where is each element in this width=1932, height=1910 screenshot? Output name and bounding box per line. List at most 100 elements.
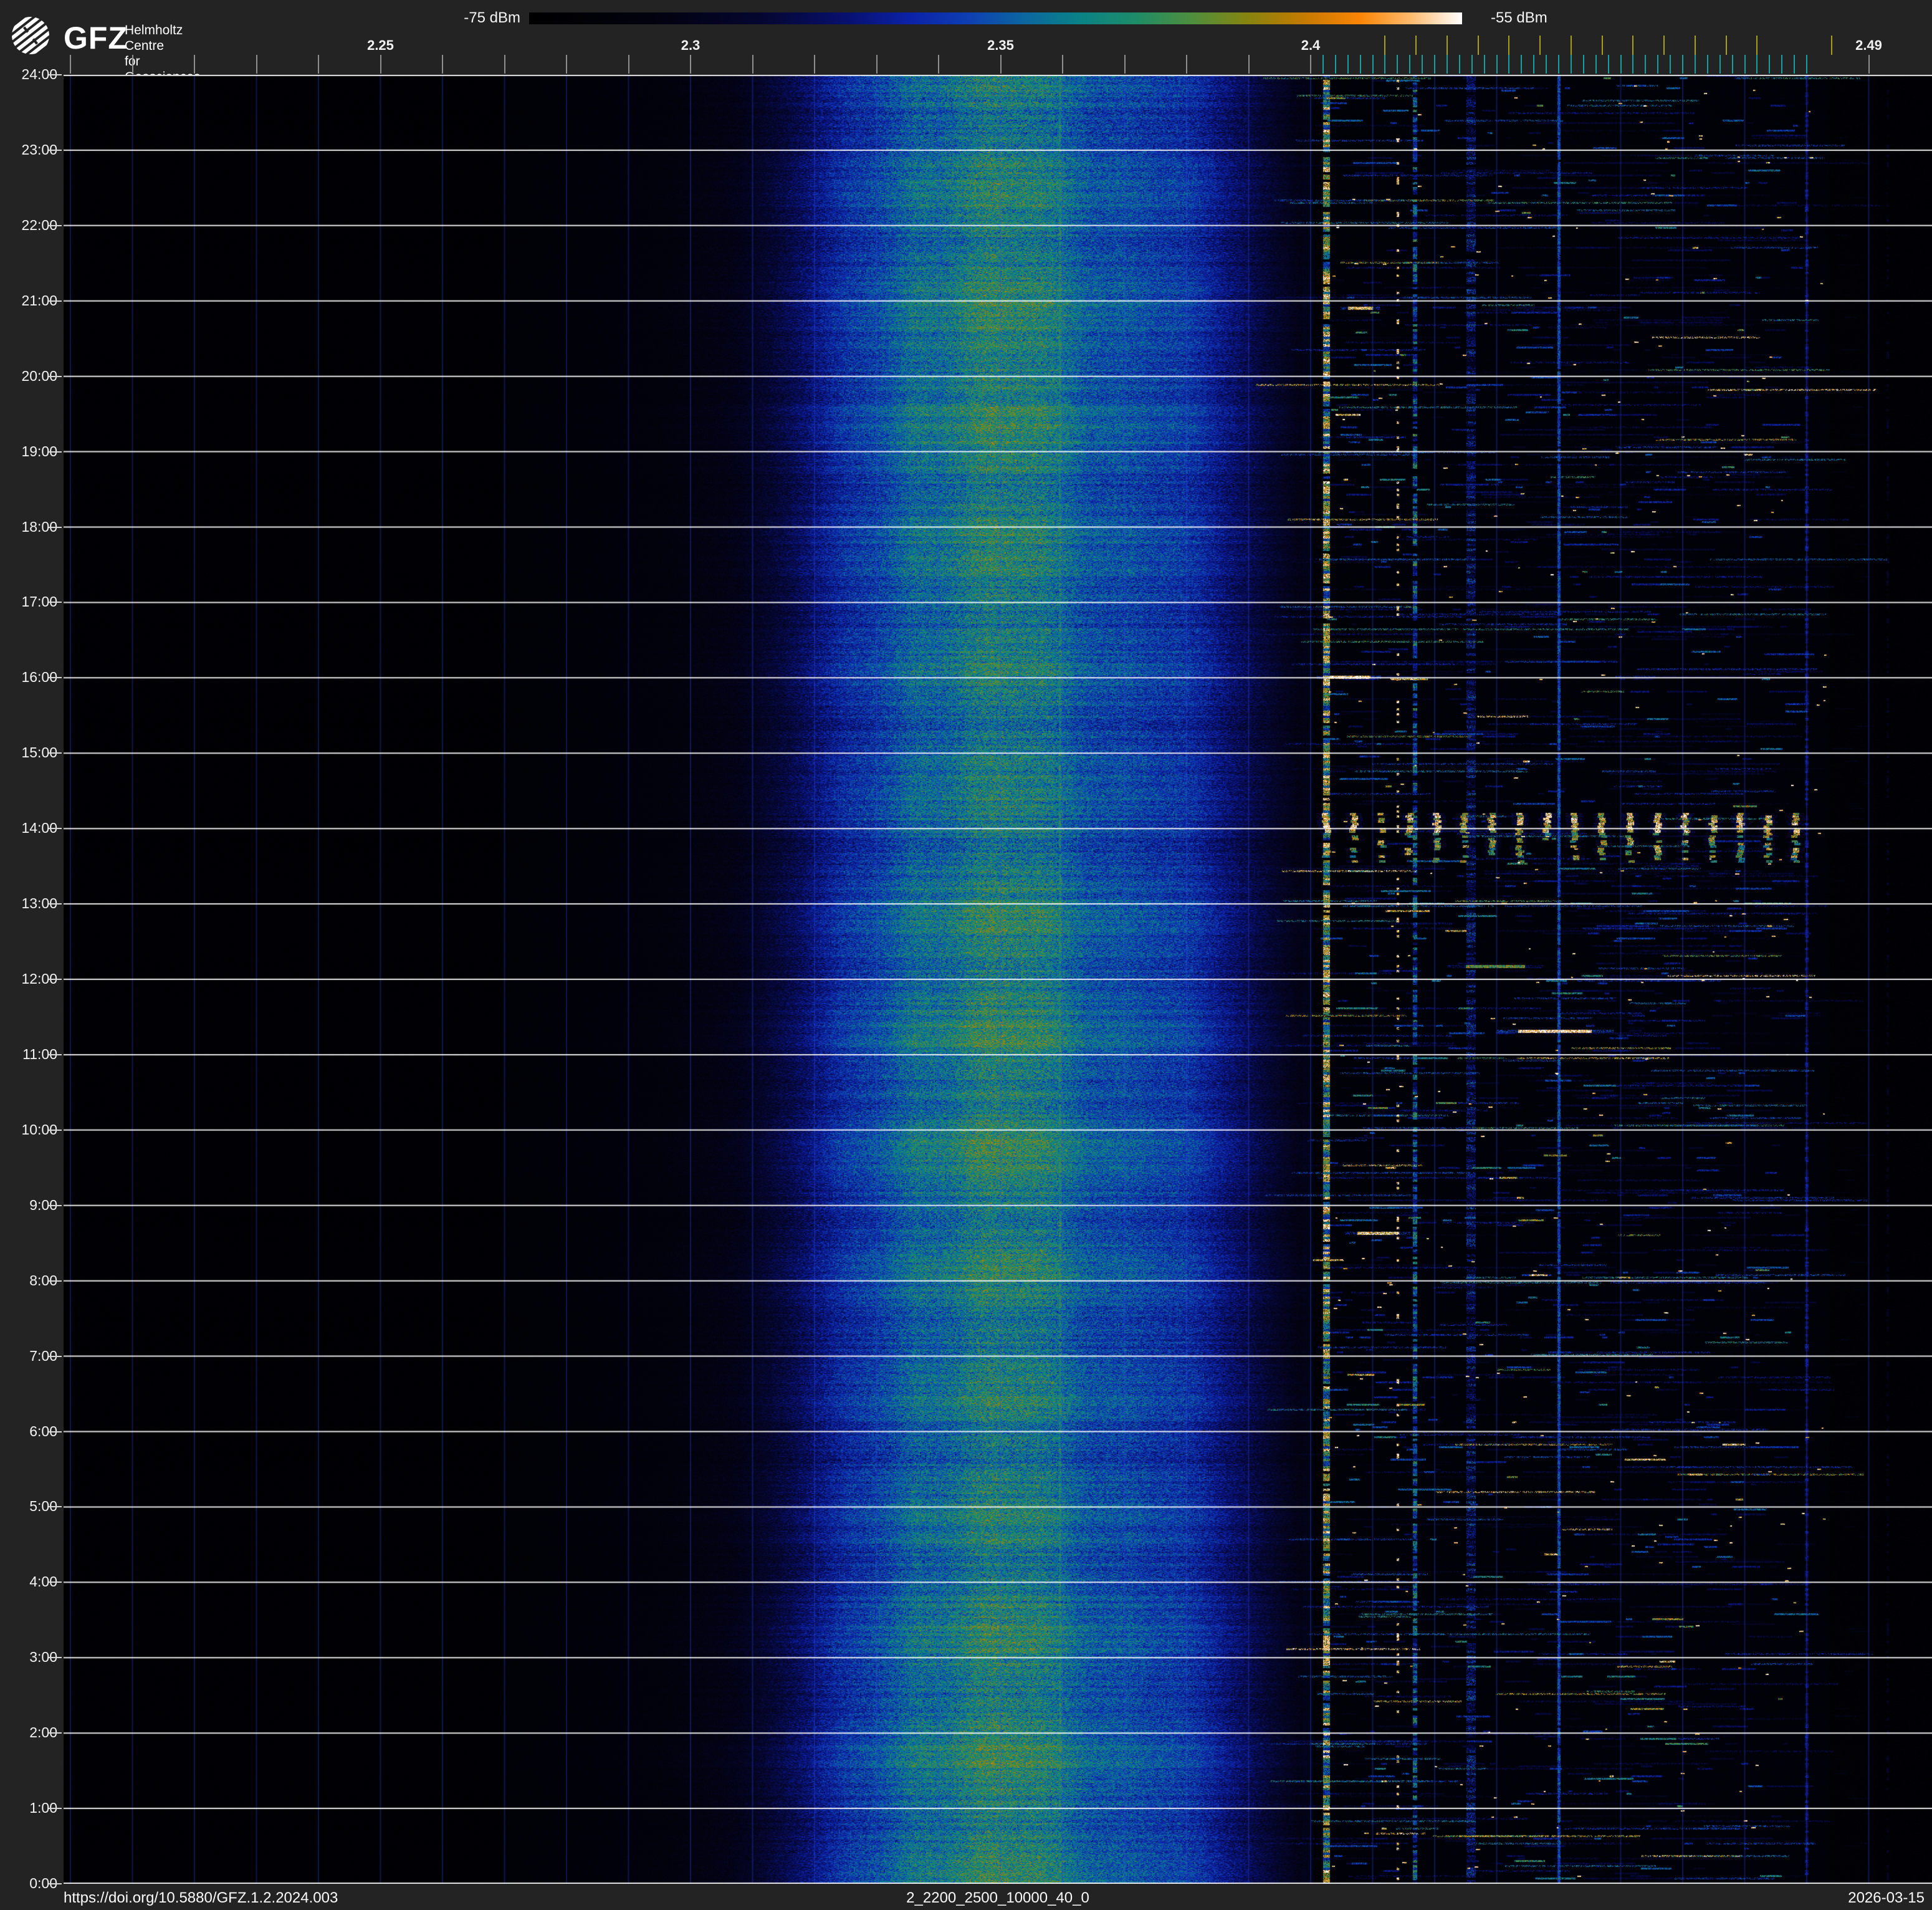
footer-doi-link: https://doi.org/10.5880/GFZ.1.2.2024.003 [64, 1889, 338, 1907]
ble-channel-tick [1372, 55, 1374, 74]
wifi-channel-tick [1384, 36, 1385, 55]
hour-tick [49, 979, 62, 980]
spectrogram-canvas [64, 75, 1932, 1884]
ble-channel-tick [1608, 55, 1609, 74]
freq-tick [256, 55, 257, 74]
ble-channel-tick [1781, 55, 1782, 74]
ble-channel-tick [1447, 55, 1448, 74]
hour-tick [49, 1356, 62, 1357]
wifi-channel-tick [1478, 36, 1479, 55]
freq-tick [504, 55, 505, 74]
freq-tick-label: 2.49 [1855, 37, 1882, 54]
freq-tick [1248, 55, 1250, 74]
ble-channel-tick [1571, 55, 1572, 74]
ble-channel-tick [1546, 55, 1547, 74]
freq-tick [1186, 55, 1187, 74]
freq-tick [752, 55, 753, 74]
hour-tick [49, 1054, 62, 1055]
freq-tick [442, 55, 443, 74]
ble-channel-tick [1384, 55, 1385, 74]
ble-channel-tick [1744, 55, 1746, 74]
ble-channel-tick [1695, 55, 1696, 74]
hour-tick [49, 903, 62, 905]
spectrogram-page: GFZ Helmholtz Centre for Geosciences -75… [0, 0, 1932, 1910]
ble-channel-tick [1595, 55, 1597, 74]
hour-tick [49, 1883, 62, 1884]
ble-channel-tick [1360, 55, 1361, 74]
freq-tick-label: 2.25 [367, 37, 394, 54]
ble-channel-tick [1682, 55, 1683, 74]
hour-tick [49, 150, 62, 151]
ble-channel-tick [1397, 55, 1398, 74]
hour-tick [49, 451, 62, 453]
ble-channel-tick [1409, 55, 1410, 74]
ble-channel-tick [1459, 55, 1460, 74]
hour-tick [49, 300, 62, 302]
hour-tick [49, 1581, 62, 1583]
freq-tick [1310, 55, 1311, 74]
ble-channel-tick [1496, 55, 1498, 74]
hour-tick [49, 527, 62, 528]
hour-tick [49, 602, 62, 603]
wifi-channel-tick [1632, 36, 1633, 55]
freq-tick [876, 55, 878, 74]
hour-tick [49, 1506, 62, 1507]
wifi-channel-tick [1415, 36, 1417, 55]
ble-channel-tick [1508, 55, 1509, 74]
ble-channel-tick [1558, 55, 1559, 74]
hour-tick [49, 376, 62, 377]
wifi-channel-tick [1756, 36, 1757, 55]
hour-tick [49, 1732, 62, 1734]
wifi-channel-tick [1726, 36, 1727, 55]
ble-channel-tick [1756, 55, 1757, 74]
hour-tick [49, 677, 62, 678]
freq-tick [318, 55, 319, 74]
freq-tick [1000, 55, 1002, 74]
freq-tick [194, 55, 195, 74]
ble-channel-tick [1657, 55, 1658, 74]
frequency-axis: 2.252.32.352.42.49 [0, 0, 1932, 75]
ble-channel-tick [1719, 55, 1721, 74]
freq-tick-label: 2.35 [987, 37, 1014, 54]
hour-tick [49, 225, 62, 226]
ble-channel-tick [1670, 55, 1671, 74]
ble-channel-tick [1806, 55, 1807, 74]
hour-tick [49, 752, 62, 754]
wifi-channel-tick [1508, 36, 1509, 55]
ble-channel-tick [1645, 55, 1646, 74]
ble-channel-tick [1533, 55, 1534, 74]
freq-tick [1868, 55, 1870, 74]
wifi-channel-tick [1571, 36, 1572, 55]
hour-tick [49, 1130, 62, 1131]
time-axis: 0:001:002:003:004:005:006:007:008:009:00… [0, 0, 64, 1910]
freq-tick [1124, 55, 1126, 74]
hour-tick [49, 1808, 62, 1809]
ble-channel-tick [1620, 55, 1622, 74]
freq-tick-label: 2.4 [1301, 37, 1321, 54]
hour-tick [49, 1657, 62, 1658]
freq-tick [132, 55, 133, 74]
wifi-channel-tick [1695, 36, 1696, 55]
ble-channel-tick [1732, 55, 1733, 74]
ble-channel-tick [1484, 55, 1485, 74]
freq-tick [1062, 55, 1063, 74]
freq-tick [566, 55, 567, 74]
freq-tick [70, 55, 71, 74]
ble-channel-tick [1769, 55, 1770, 74]
footer-dataset-id: 2_2200_2500_10000_40_0 [906, 1889, 1089, 1907]
ble-channel-tick [1707, 55, 1708, 74]
wifi-channel-tick [1602, 36, 1603, 55]
ble-channel-tick [1434, 55, 1435, 74]
hour-tick [49, 1280, 62, 1282]
ble-channel-tick [1422, 55, 1423, 74]
hour-tick [49, 74, 62, 75]
footer-date: 2026-03-15 [1848, 1889, 1925, 1907]
ble-channel-tick [1583, 55, 1584, 74]
freq-tick [628, 55, 629, 74]
hour-tick [49, 1431, 62, 1432]
hour-tick [49, 828, 62, 829]
wifi-channel-tick [1539, 36, 1541, 55]
ble-channel-tick [1632, 55, 1633, 74]
wifi-channel-tick [1447, 36, 1448, 55]
freq-tick [938, 55, 939, 74]
